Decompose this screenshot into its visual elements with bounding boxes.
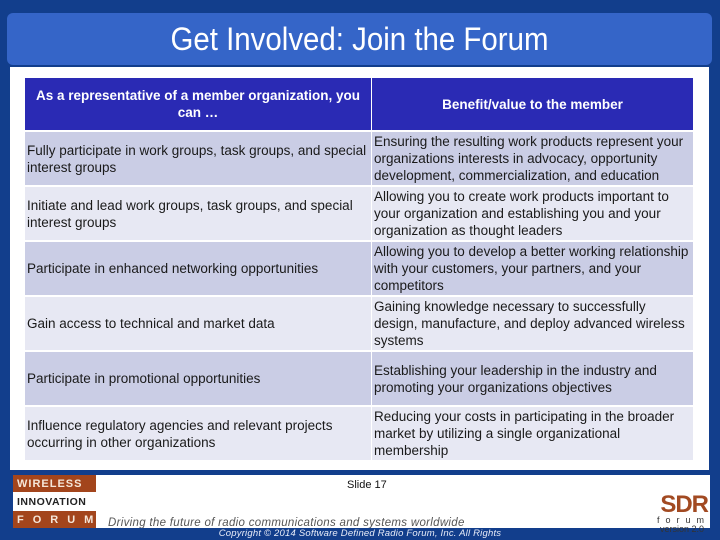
content-panel: As a representative of a member organiza… xyxy=(10,67,709,470)
table-row: Fully participate in work groups, task g… xyxy=(25,131,694,187)
table-row: Gain access to technical and market data… xyxy=(25,296,694,352)
logo-text-innovation: INNOVATION xyxy=(17,495,87,508)
column-header-benefit: Benefit/value to the member xyxy=(371,78,694,132)
slide-number: Slide 17 xyxy=(347,479,387,491)
wireless-innovation-forum-logo: WIRELESS INNOVATION FORUM xyxy=(13,475,96,528)
tagline: Driving the future of radio communicatio… xyxy=(108,517,465,528)
action-cell: Influence regulatory agencies and releva… xyxy=(25,406,372,462)
action-cell: Fully participate in work groups, task g… xyxy=(25,131,372,187)
sdr-forum-logo: SDR forum version 2.0 xyxy=(640,491,710,534)
table-header-row: As a representative of a member organiza… xyxy=(25,78,694,132)
table-row: Participate in enhanced networking oppor… xyxy=(25,241,694,297)
sdr-brand-text: SDR xyxy=(660,491,709,518)
benefit-cell: Allowing you to develop a better working… xyxy=(371,241,694,297)
column-header-action: As a representative of a member organiza… xyxy=(25,78,372,132)
benefit-cell: Reducing your costs in participating in … xyxy=(371,406,694,462)
benefit-cell: Allowing you to create work products imp… xyxy=(371,186,694,242)
benefits-table: As a representative of a member organiza… xyxy=(25,78,694,462)
logo-text-wireless: WIRELESS xyxy=(17,477,83,490)
title-bar: Get Involved: Join the Forum xyxy=(7,13,712,65)
table-row: Influence regulatory agencies and releva… xyxy=(25,406,694,462)
action-cell: Gain access to technical and market data xyxy=(25,296,372,352)
table-row: Participate in promotional opportunities… xyxy=(25,351,694,407)
benefit-cell: Gaining knowledge necessary to successfu… xyxy=(371,296,694,352)
action-cell: Initiate and lead work groups, task grou… xyxy=(25,186,372,242)
logo-line-forum: FORUM xyxy=(13,511,96,528)
copyright-notice: Copyright © 2014 Software Defined Radio … xyxy=(218,528,502,539)
benefit-cell: Ensuring the resulting work products rep… xyxy=(371,131,694,187)
slide-footer: WIRELESS INNOVATION FORUM Slide 17 Drivi… xyxy=(0,470,720,540)
slide-title: Get Involved: Join the Forum xyxy=(170,20,549,57)
logo-line-innovation: INNOVATION xyxy=(13,493,96,510)
table-row: Initiate and lead work groups, task grou… xyxy=(25,186,694,242)
action-cell: Participate in promotional opportunities xyxy=(25,351,372,407)
logo-line-wireless: WIRELESS xyxy=(13,475,96,492)
logo-text-forum: FORUM xyxy=(17,513,103,526)
benefit-cell: Establishing your leadership in the indu… xyxy=(371,351,694,407)
action-cell: Participate in enhanced networking oppor… xyxy=(25,241,372,297)
